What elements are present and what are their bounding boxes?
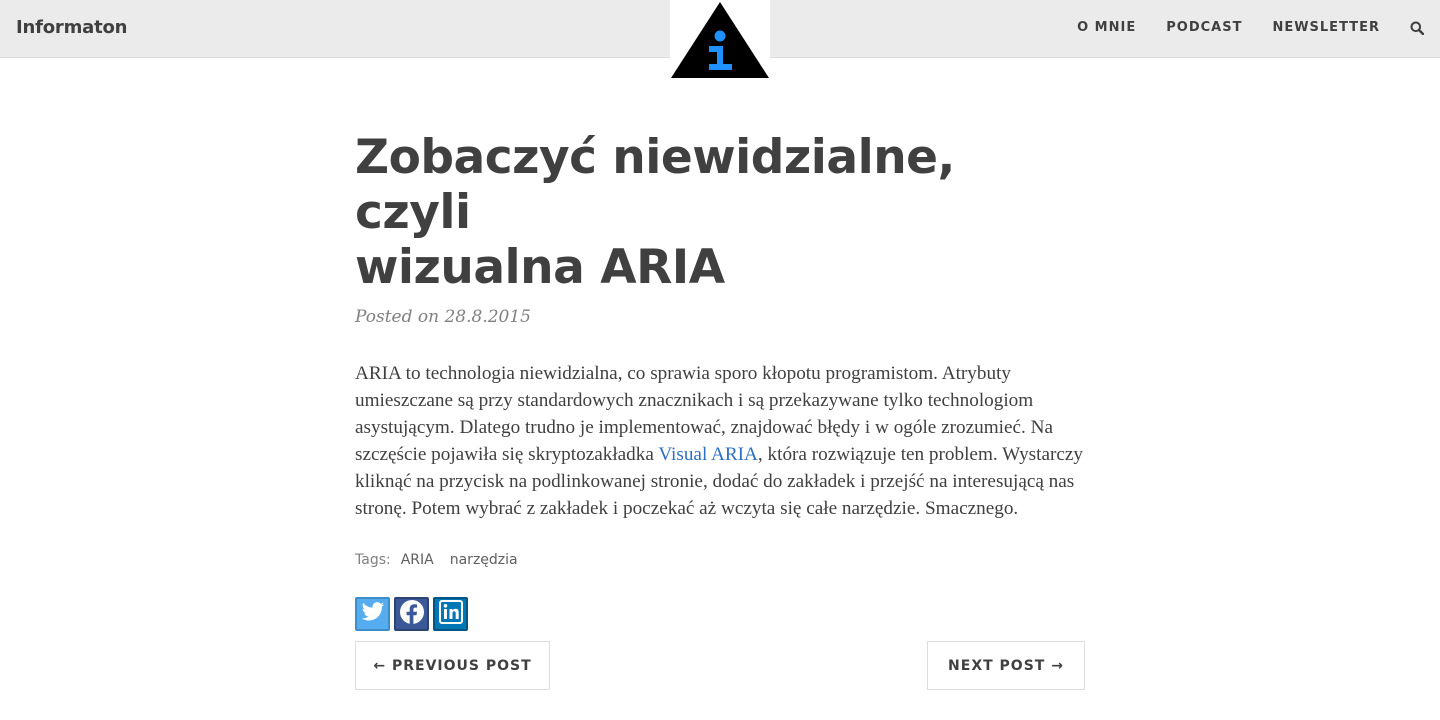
twitter-icon (361, 601, 385, 627)
tag-aria[interactable]: ARIA (401, 552, 434, 568)
post-pager: ← PREVIOUS POST NEXT POST → (355, 641, 1085, 690)
post-title-line-2: wizualna ARIA (355, 240, 725, 295)
search-icon[interactable] (1410, 21, 1425, 35)
info-triangle-logo[interactable] (670, 0, 770, 80)
twitter-share-button[interactable] (355, 597, 390, 631)
visual-aria-link[interactable]: Visual ARIA (658, 444, 758, 465)
nav-link-podcast[interactable]: PODCAST (1166, 20, 1242, 35)
site-brand[interactable]: Informaton (16, 17, 127, 38)
tag-narzedzia[interactable]: narzędzia (450, 552, 518, 568)
tags-label: Tags: (355, 552, 391, 568)
nav-link-newsletter[interactable]: NEWSLETTER (1272, 20, 1380, 35)
linkedin-share-button[interactable] (433, 597, 468, 631)
post-body: ARIA to technologia niewidzialna, co spr… (355, 360, 1085, 522)
post-title-line-1: Zobaczyć niewidzialne, czyli (355, 130, 955, 240)
next-post-button[interactable]: NEXT POST → (927, 641, 1085, 690)
facebook-icon (399, 599, 425, 630)
previous-post-button[interactable]: ← PREVIOUS POST (355, 641, 550, 690)
post-tags: Tags: ARIA narzędzia (355, 552, 1085, 568)
post-meta: Posted on 28.8.2015 (355, 307, 531, 327)
share-buttons (355, 597, 1085, 631)
nav-link-o-mnie[interactable]: O MNIE (1077, 20, 1136, 35)
post-title: Zobaczyć niewidzialne, czyli wizualna AR… (355, 130, 1085, 295)
facebook-share-button[interactable] (394, 597, 429, 631)
linkedin-icon (438, 599, 463, 629)
post-article: Zobaczyć niewidzialne, czyli wizualna AR… (355, 130, 1085, 631)
nav-links: O MNIE PODCAST NEWSLETTER (1047, 20, 1425, 35)
